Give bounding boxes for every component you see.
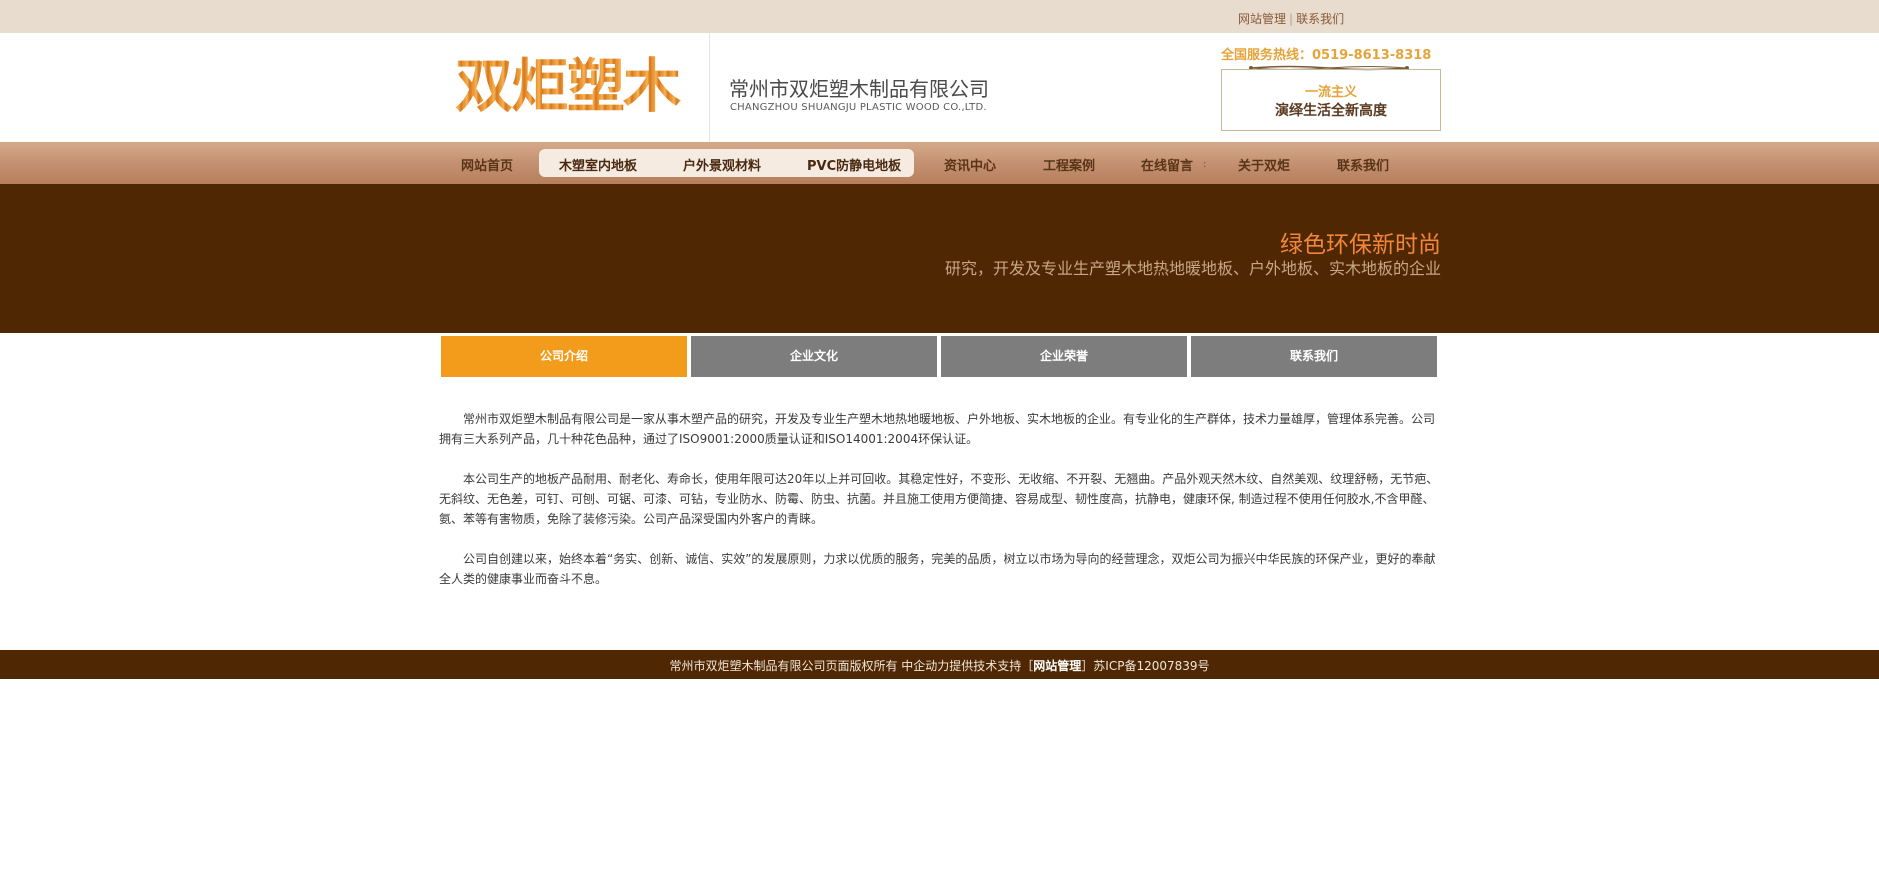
nav-item-indoor-floor[interactable]: 木塑室内地板 bbox=[559, 155, 637, 174]
company-name-en: CHANGZHOU SHUANGJU PLASTIC WOOD CO.,LTD. bbox=[730, 102, 987, 113]
tab-contact-us[interactable]: 联系我们 bbox=[1191, 336, 1437, 377]
slogan-box: 一流主义 演绎生活全新高度 bbox=[1221, 69, 1441, 131]
service-hotline: 全国服务热线：0519-8613-8318 bbox=[1221, 48, 1432, 63]
banner-subtitle: 研究，开发及专业生产塑木地热地暖地板、户外地板、实木地板的企业 bbox=[944, 259, 1441, 278]
header-divider bbox=[709, 33, 710, 142]
footer-admin-link[interactable]: 网站管理 bbox=[1033, 659, 1081, 673]
footer-text-before: 常州市双炬塑木制品有限公司页面版权所有 中企动力提供技术支持［ bbox=[669, 659, 1034, 673]
slogan-line-2: 演绎生活全新高度 bbox=[1275, 103, 1387, 119]
main-nav: 网站首页 木塑室内地板 户外景观材料 PVC防静电地板 资讯中心 工程案例 在线… bbox=[0, 142, 1879, 184]
footer-text-after: ］苏ICP备12007839号 bbox=[1081, 659, 1210, 673]
contact-link[interactable]: 联系我们 bbox=[1296, 12, 1344, 26]
footer-copyright: 常州市双炬塑木制品有限公司页面版权所有 中企动力提供技术支持［网站管理］苏ICP… bbox=[0, 657, 1879, 674]
nav-item-about[interactable]: 关于双炬 bbox=[1238, 155, 1290, 174]
tab-corporate-culture[interactable]: 企业文化 bbox=[691, 336, 937, 377]
top-utility-bar: 网站管理 | 联系我们 bbox=[0, 0, 1879, 33]
nav-item-contact[interactable]: 联系我们 bbox=[1337, 155, 1389, 174]
slogan-line-1: 一流主义 bbox=[1304, 85, 1357, 100]
top-links-separator: | bbox=[1289, 12, 1294, 26]
nav-item-pvc-floor[interactable]: PVC防静电地板 bbox=[807, 155, 901, 174]
intro-paragraph: 常州市双炬塑木制品有限公司是一家从事木塑产品的研究，开发及专业生产塑木地热地暖地… bbox=[439, 412, 1436, 446]
nav-item-home[interactable]: 网站首页 bbox=[461, 155, 513, 174]
company-intro-content: 常州市双炬塑木制品有限公司是一家从事木塑产品的研究，开发及专业生产塑木地热地暖地… bbox=[439, 409, 1440, 609]
top-links: 网站管理 | 联系我们 bbox=[1238, 10, 1344, 27]
nav-separator-dot: : bbox=[1203, 159, 1207, 170]
nav-item-outdoor-materials[interactable]: 户外景观材料 bbox=[683, 155, 761, 174]
intro-paragraph: 本公司生产的地板产品耐用、耐老化、寿命长，使用年限可达20年以上并可回收。其稳定… bbox=[439, 472, 1439, 526]
nav-item-message[interactable]: 在线留言 bbox=[1141, 155, 1193, 174]
logo-wordmark: 双炬塑木 bbox=[455, 51, 695, 121]
site-header: 双炬塑木 常州市双炬塑木制品有限公司 CHANGZHOU SHUANGJU PL… bbox=[0, 33, 1879, 142]
company-name-cn: 常州市双炬塑木制品有限公司 bbox=[729, 77, 989, 101]
tab-company-intro[interactable]: 公司介绍 bbox=[441, 336, 687, 377]
admin-link[interactable]: 网站管理 bbox=[1238, 12, 1286, 26]
banner-title: 绿色环保新时尚 bbox=[1280, 232, 1441, 258]
site-footer: 常州市双炬塑木制品有限公司页面版权所有 中企动力提供技术支持［网站管理］苏ICP… bbox=[0, 650, 1879, 679]
tab-corporate-honors[interactable]: 企业荣誉 bbox=[941, 336, 1187, 377]
intro-paragraph: 公司自创建以来，始终本着“务实、创新、诚信、实效”的发展原则，力求以优质的服务，… bbox=[439, 552, 1436, 586]
hero-banner: 绿色环保新时尚 研究，开发及专业生产塑木地热地暖地板、户外地板、实木地板的企业 bbox=[0, 184, 1879, 333]
site-logo[interactable]: 双炬塑木 bbox=[455, 51, 695, 125]
nav-item-projects[interactable]: 工程案例 bbox=[1043, 155, 1095, 174]
nav-item-news[interactable]: 资讯中心 bbox=[944, 155, 996, 174]
